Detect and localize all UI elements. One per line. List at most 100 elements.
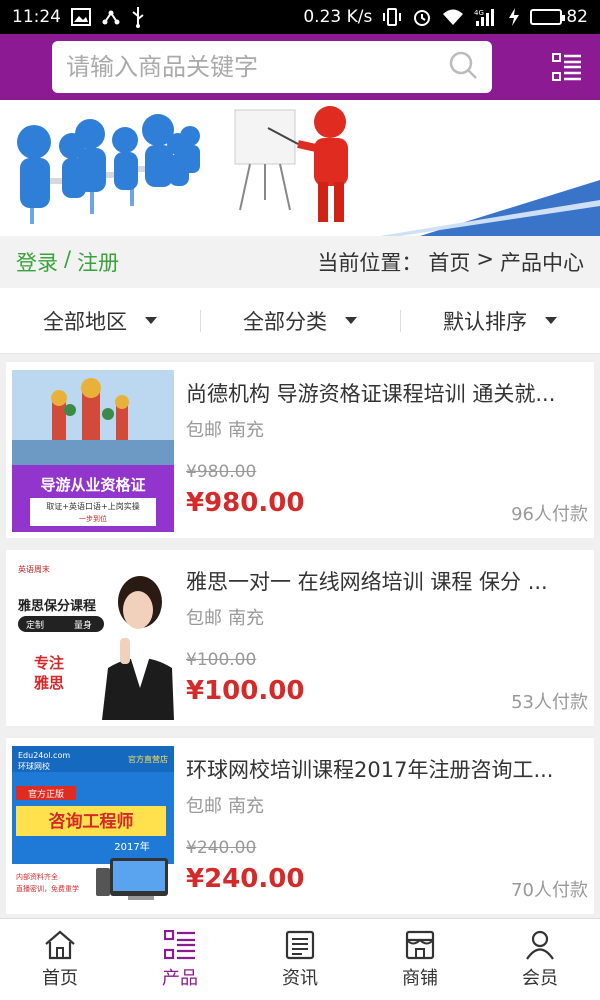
product-image-brand: 英语周末 <box>18 564 50 574</box>
product-image-school: 环球网校 <box>18 761 50 771</box>
bottom-nav: 首页 产品 资讯 商铺 会员 <box>0 918 600 1000</box>
product-image-year: 2017年 <box>114 840 149 853</box>
charging-icon <box>508 7 520 27</box>
caret-down-icon <box>345 317 357 324</box>
product-price: ¥980.00 <box>186 488 305 518</box>
product-card[interactable]: 英语周末 雅思保分课程 定制 量身 专注 雅思 雅思一对一 在线网络培训 课程 … <box>6 550 594 726</box>
nav-member[interactable]: 会员 <box>480 919 600 1000</box>
product-image-tagline: 一步到位 <box>79 514 107 523</box>
nav-products-label: 产品 <box>162 967 198 989</box>
shop-icon <box>405 930 435 959</box>
filter-region-label: 全部地区 <box>43 309 127 334</box>
signal-type-label: 4G <box>474 9 484 17</box>
nav-news-label: 资讯 <box>282 967 318 989</box>
product-image-domain: Edu24ol.com <box>18 751 70 760</box>
cell-signal-icon: 4G <box>474 7 498 27</box>
network-speed: 0.23 K/s <box>303 7 373 27</box>
product-image-ielts: 雅思 <box>33 674 64 692</box>
product-title[interactable]: 环球网校培训课程2017年注册咨询工... <box>186 746 580 784</box>
filter-category-label: 全部分类 <box>243 309 327 334</box>
product-image[interactable]: Edu24ol.com 环球网校 官方直营店 官方正版 咨询工程师 2017年 … <box>12 746 174 908</box>
nav-shop-label: 商铺 <box>402 967 438 989</box>
nav-home-label: 首页 <box>42 967 78 989</box>
product-meta: 包邮 南充 <box>186 416 588 442</box>
filter-category[interactable]: 全部分类 <box>200 306 400 336</box>
usb-icon <box>131 6 145 28</box>
vibrate-icon <box>382 7 402 27</box>
product-image-subline: 取证+英语口语+上岗实操 <box>46 501 139 511</box>
login-separator: / <box>64 247 72 271</box>
home-icon <box>45 930 75 959</box>
product-card[interactable]: 导游从业资格证 取证+英语口语+上岗实操 一步到位 尚德机构 导游资格证课程培训… <box>6 362 594 538</box>
alarm-icon <box>412 7 432 27</box>
search-icon[interactable] <box>448 50 478 84</box>
status-time: 11:24 <box>12 7 61 27</box>
product-image-custom: 定制 <box>26 619 44 631</box>
search-box[interactable] <box>52 41 492 93</box>
nav-shop[interactable]: 商铺 <box>360 919 480 1000</box>
filter-region[interactable]: 全部地区 <box>0 306 200 336</box>
product-image-note2: 直播密训，免费重学 <box>16 884 79 893</box>
product-list: 导游从业资格证 取证+英语口语+上岗实操 一步到位 尚德机构 导游资格证课程培训… <box>0 354 600 914</box>
news-icon <box>285 930 315 959</box>
share-icon <box>101 7 121 27</box>
nav-member-label: 会员 <box>522 967 558 989</box>
login-register: 登录 / 注册 <box>16 247 119 277</box>
nav-products[interactable]: 产品 <box>120 919 240 1000</box>
product-image-focus: 专注 <box>34 654 64 672</box>
product-card[interactable]: Edu24ol.com 环球网校 官方直营店 官方正版 咨询工程师 2017年 … <box>6 738 594 914</box>
register-link[interactable]: 注册 <box>77 247 119 277</box>
category-menu-button[interactable] <box>550 50 584 84</box>
product-image-headline: 雅思保分课程 <box>18 598 96 614</box>
status-bar: 11:24 0.23 K/s 4G 82 <box>0 0 600 34</box>
app-header <box>0 34 600 100</box>
product-shipping: 包邮 <box>186 796 222 817</box>
product-shipping: 包邮 <box>186 420 222 441</box>
battery-indicator: 82 <box>530 7 588 27</box>
battery-percent: 82 <box>566 7 588 27</box>
caret-down-icon <box>545 317 557 324</box>
search-input[interactable] <box>66 53 448 81</box>
product-image-tailored: 量身 <box>74 619 92 631</box>
breadcrumb-separator: > <box>476 247 494 271</box>
product-image[interactable]: 英语周末 雅思保分课程 定制 量身 专注 雅思 <box>12 558 174 720</box>
nav-news[interactable]: 资讯 <box>240 919 360 1000</box>
product-price: ¥240.00 <box>186 864 305 894</box>
breadcrumb-current: 产品中心 <box>500 251 584 275</box>
info-bar: 登录 / 注册 当前位置： 首页 > 产品中心 <box>0 236 600 288</box>
product-list-icon <box>164 929 195 959</box>
product-title[interactable]: 雅思一对一 在线网络培训 课程 保分 ... <box>186 558 580 596</box>
product-image-official: 官方正版 <box>28 788 64 800</box>
banner-image <box>0 100 600 236</box>
product-image-note1: 内部资料齐全 <box>16 872 58 881</box>
user-icon <box>526 930 554 960</box>
product-city: 南充 <box>228 608 264 629</box>
breadcrumb-home[interactable]: 首页 <box>428 247 470 277</box>
filter-bar: 全部地区 全部分类 默认排序 <box>0 288 600 354</box>
product-image[interactable]: 导游从业资格证 取证+英语口语+上岗实操 一步到位 <box>12 370 174 532</box>
breadcrumb-label: 当前位置： <box>317 251 423 275</box>
filter-sort-label: 默认排序 <box>443 309 527 334</box>
wifi-icon <box>442 8 464 26</box>
product-city: 南充 <box>228 796 264 817</box>
product-original-price: ¥240.00 <box>186 838 257 858</box>
product-shipping: 包邮 <box>186 608 222 629</box>
promo-banner[interactable] <box>0 100 600 236</box>
product-sold-count: 70人付款 <box>511 880 588 901</box>
list-menu-icon <box>552 53 581 81</box>
product-city: 南充 <box>228 420 264 441</box>
login-link[interactable]: 登录 <box>16 247 58 277</box>
nav-home[interactable]: 首页 <box>0 919 120 1000</box>
product-meta: 包邮 南充 <box>186 604 588 630</box>
product-sold-count: 96人付款 <box>511 504 588 525</box>
caret-down-icon <box>145 317 157 324</box>
product-original-price: ¥980.00 <box>186 462 257 482</box>
breadcrumb: 当前位置： 首页 > 产品中心 <box>317 247 584 277</box>
product-sold-count: 53人付款 <box>511 692 588 713</box>
product-original-price: ¥100.00 <box>186 650 257 670</box>
filter-sort[interactable]: 默认排序 <box>400 306 600 336</box>
product-price: ¥100.00 <box>186 676 305 706</box>
product-title[interactable]: 尚德机构 导游资格证课程培训 通关就... <box>186 370 580 408</box>
product-image-store: 官方直营店 <box>128 754 168 764</box>
battery-icon <box>530 9 566 25</box>
